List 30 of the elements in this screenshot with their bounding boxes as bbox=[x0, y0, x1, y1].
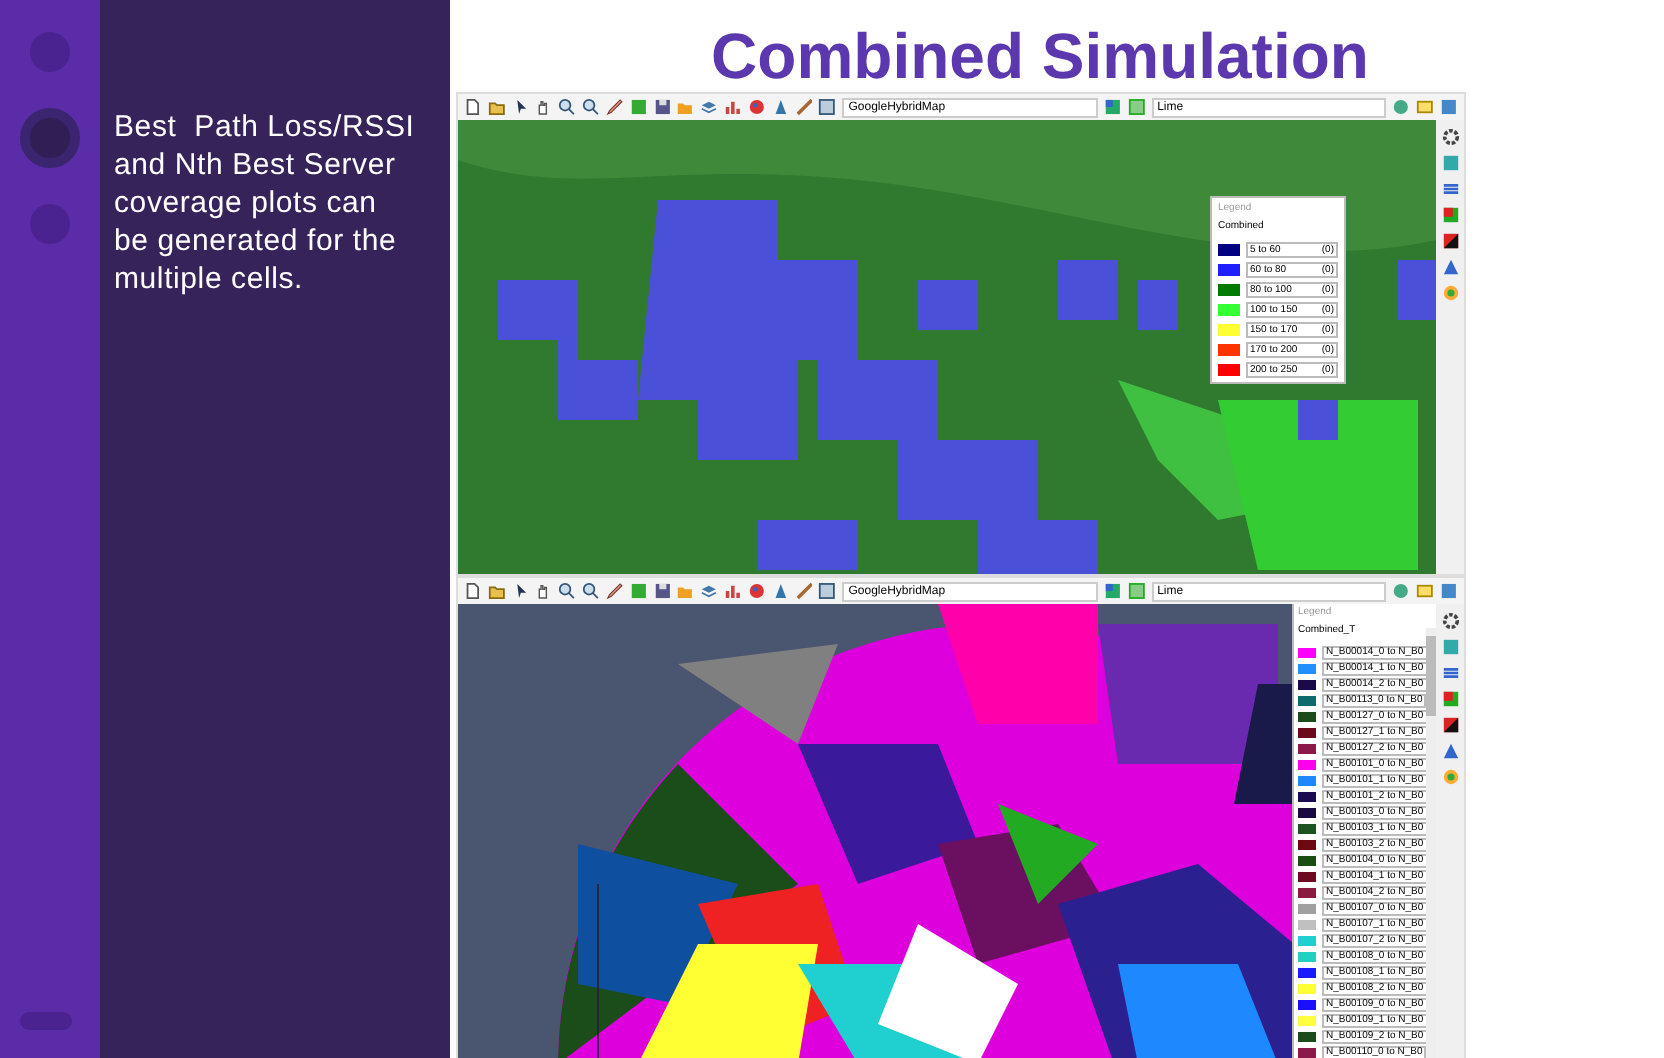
document-icon[interactable] bbox=[464, 582, 482, 600]
sidebar-text: Best Path Loss/RSSI and Nth Best Server coverage plots can be generated for the multiple cells. bbox=[114, 108, 417, 298]
image-icon[interactable] bbox=[1416, 98, 1435, 116]
zoom-in-icon[interactable] bbox=[558, 98, 577, 116]
gear-icon[interactable] bbox=[1441, 612, 1459, 630]
zoom-out-icon[interactable] bbox=[582, 98, 600, 116]
mountain-icon[interactable] bbox=[1441, 258, 1459, 276]
map-tiles-icon[interactable] bbox=[1103, 98, 1122, 116]
pencil-icon[interactable] bbox=[605, 98, 624, 116]
map-tiles-icon[interactable] bbox=[1103, 582, 1122, 600]
slide-title: Combined Simulation bbox=[711, 18, 1369, 96]
pencil-icon[interactable] bbox=[605, 582, 624, 600]
signal-icon[interactable] bbox=[1441, 284, 1459, 302]
zoom-in-icon[interactable] bbox=[558, 582, 577, 600]
stack-icon[interactable] bbox=[1441, 180, 1459, 198]
scrollbar[interactable] bbox=[1426, 628, 1436, 1058]
folder-icon[interactable] bbox=[487, 582, 506, 600]
stack-icon[interactable] bbox=[1441, 664, 1459, 682]
zoom-out-icon[interactable] bbox=[582, 582, 600, 600]
nav-pill-icon bbox=[20, 1012, 72, 1030]
folder-icon[interactable] bbox=[487, 98, 506, 116]
mountain-icon[interactable] bbox=[1441, 742, 1459, 760]
gear-icon[interactable] bbox=[1441, 128, 1459, 146]
globe-icon[interactable] bbox=[1392, 582, 1411, 600]
document-icon[interactable] bbox=[464, 98, 482, 116]
cursor-icon[interactable] bbox=[511, 582, 529, 600]
signal-icon[interactable] bbox=[1441, 768, 1459, 786]
image-icon[interactable] bbox=[1416, 582, 1435, 600]
cursor-icon[interactable] bbox=[511, 98, 529, 116]
globe-icon[interactable] bbox=[1392, 98, 1411, 116]
